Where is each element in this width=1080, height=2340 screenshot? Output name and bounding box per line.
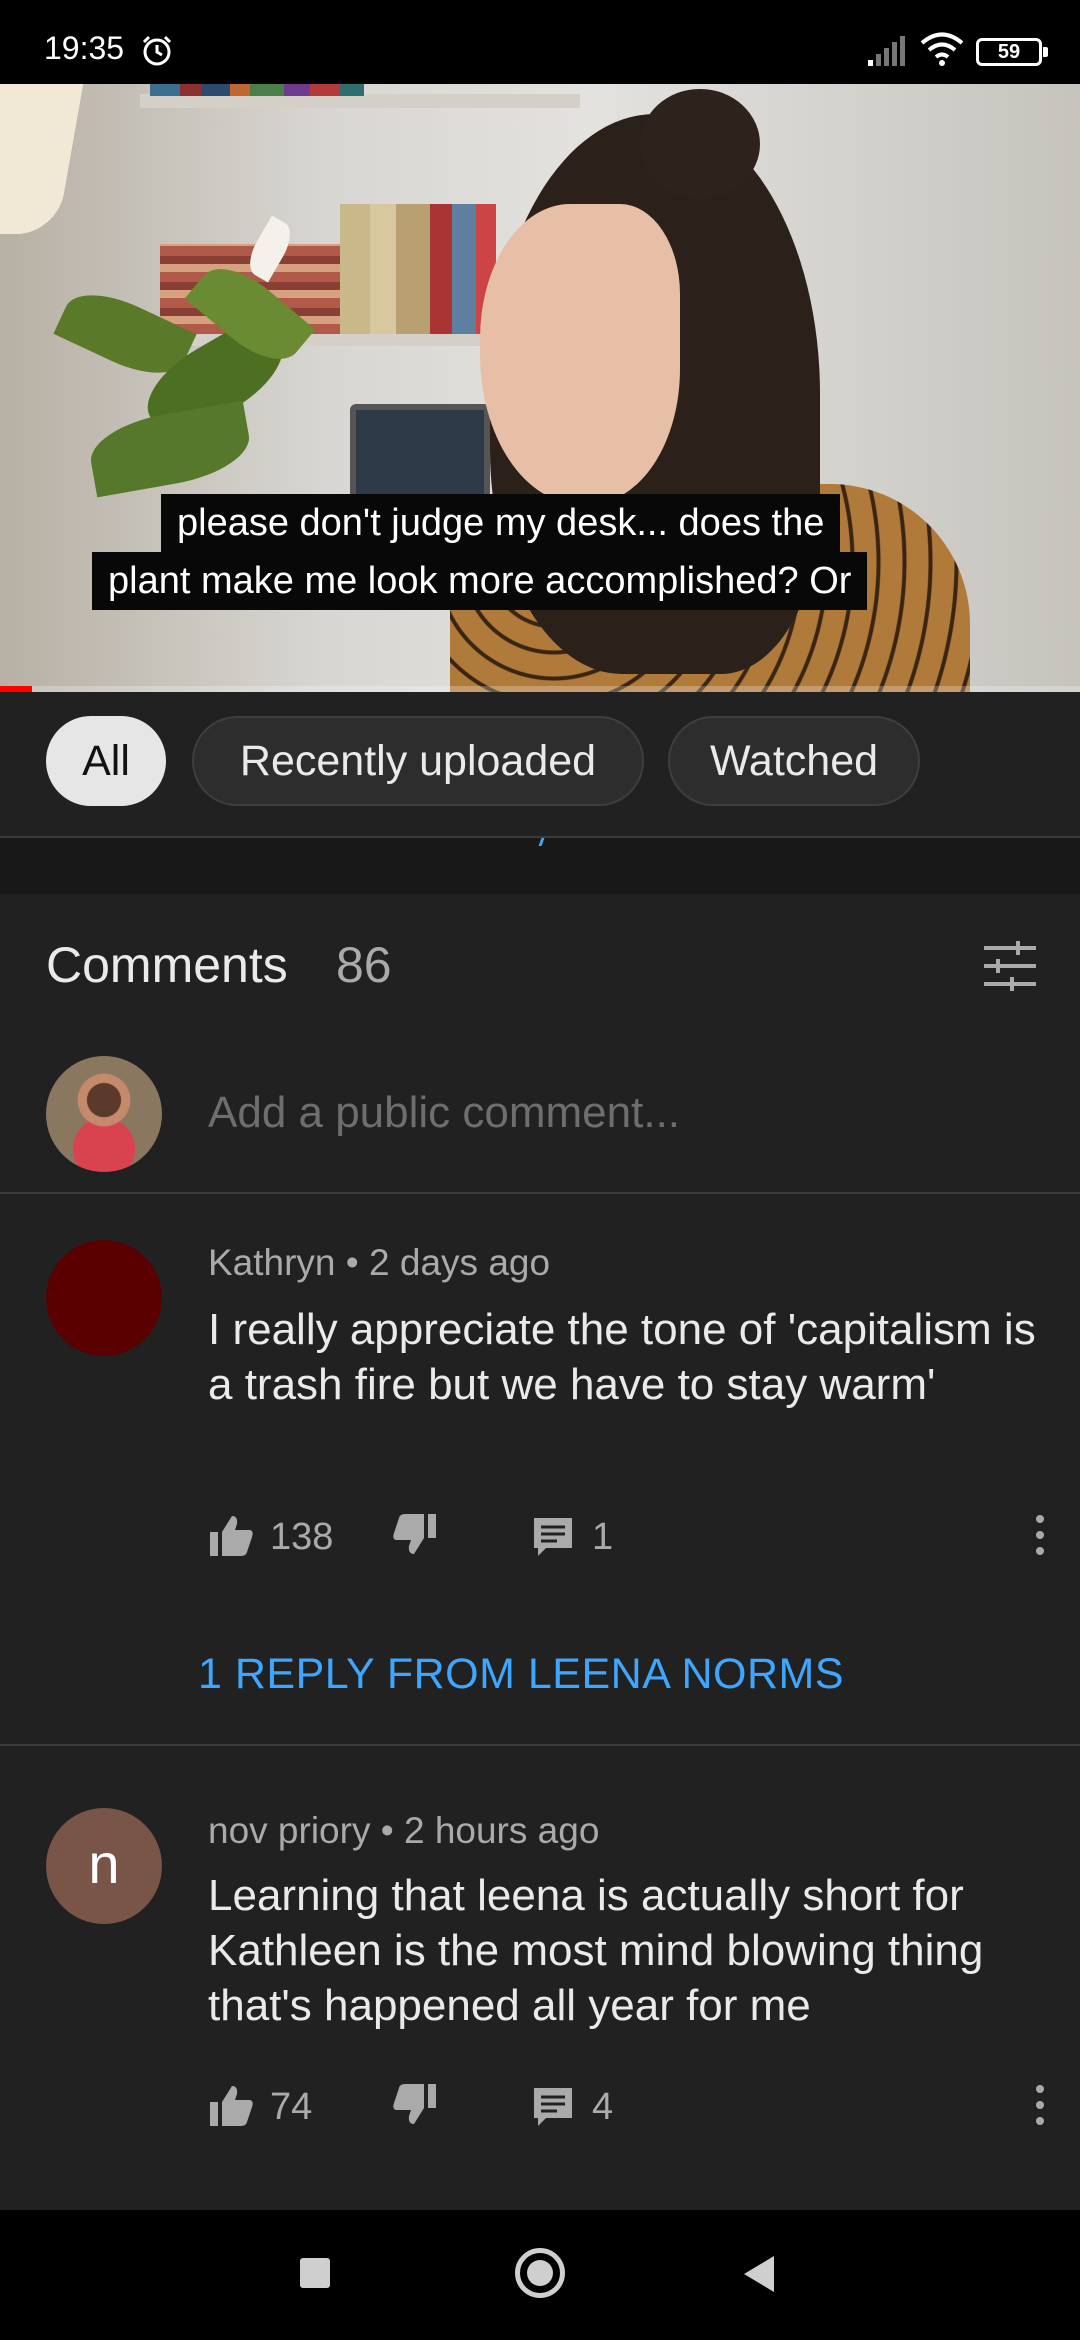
like-count: 74 — [270, 2086, 313, 2128]
comment-item: Kathryn • 2 days ago I really appreciate… — [0, 1194, 1080, 1752]
comment-time: 2 hours ago — [403, 1810, 600, 1851]
back-button[interactable] — [744, 2256, 774, 2292]
shelf-top — [140, 94, 580, 108]
subtitle-line-2: plant make me look more accomplished? Or — [92, 552, 868, 610]
more-options-icon[interactable] — [1020, 1512, 1060, 1558]
comments-count: 86 — [336, 937, 392, 993]
chip-all[interactable]: All — [46, 716, 166, 806]
add-comment-row[interactable]: Add a public comment... — [0, 1034, 1080, 1194]
comment-actions: 74 4 — [208, 2082, 1048, 2132]
section-separator — [0, 838, 1080, 894]
comment-meta: Kathryn • 2 days ago — [208, 1242, 550, 1284]
meta-separator: • — [345, 1242, 370, 1283]
battery-icon: 59 — [976, 38, 1048, 66]
system-nav-bar — [0, 2210, 1080, 2340]
person-face — [480, 204, 680, 504]
reply-count: 1 — [592, 1516, 614, 1558]
comment-item: n nov priory • 2 hours ago Learning that… — [0, 1746, 1080, 2210]
partial-glyph — [538, 838, 554, 846]
more-options-icon[interactable] — [1020, 2082, 1060, 2128]
filter-chips: All Recently uploaded Watched — [0, 692, 1080, 838]
comment-time: 2 days ago — [369, 1242, 551, 1283]
alarm-icon — [142, 35, 172, 66]
comment-author[interactable]: nov priory — [208, 1810, 370, 1851]
comment-author[interactable]: Kathryn — [208, 1242, 336, 1283]
recents-button[interactable] — [300, 2258, 330, 2288]
comment-text: I really appreciate the tone of 'capital… — [208, 1305, 1036, 1409]
like-icon[interactable] — [208, 2082, 254, 2128]
like-icon[interactable] — [208, 1512, 254, 1558]
reply-count: 4 — [592, 2086, 614, 2128]
chip-watched[interactable]: Watched — [668, 716, 920, 806]
reply-icon[interactable] — [532, 2086, 578, 2132]
user-avatar — [46, 1056, 162, 1172]
status-time: 19:35 — [44, 30, 125, 66]
subtitle-line-1: please don't judge my desk... does the — [161, 494, 841, 552]
comment-avatar[interactable] — [46, 1240, 162, 1356]
books-middle — [340, 204, 500, 334]
signal-icon — [868, 36, 905, 66]
video-player[interactable]: please don't judge my desk... does the p… — [0, 84, 1080, 692]
wifi-icon — [920, 32, 964, 66]
reply-icon[interactable] — [532, 1516, 578, 1562]
view-replies-link[interactable]: 1 REPLY FROM LEENA NORMS — [198, 1650, 844, 1699]
comment-avatar[interactable]: n — [46, 1808, 162, 1924]
books-top — [150, 84, 570, 96]
chip-recently-uploaded[interactable]: Recently uploaded — [192, 716, 644, 806]
comments-title: Comments — [46, 937, 288, 993]
dislike-icon[interactable] — [392, 1512, 438, 1558]
add-comment-input[interactable]: Add a public comment... — [208, 1088, 680, 1138]
meta-separator: • — [380, 1810, 404, 1851]
status-bar: 19:35 59 — [0, 0, 1080, 84]
comment-meta: nov priory • 2 hours ago — [208, 1810, 599, 1852]
person-hair-bun — [640, 89, 760, 199]
home-button[interactable] — [515, 2248, 565, 2298]
like-count: 138 — [270, 1516, 334, 1558]
comment-text: Learning that leena is actually short fo… — [208, 1871, 984, 2030]
dislike-icon[interactable] — [392, 2082, 438, 2128]
sort-comments-icon[interactable] — [982, 938, 1038, 994]
comments-header: Comments 86 — [0, 894, 1080, 1034]
comment-actions: 138 1 — [208, 1512, 1048, 1562]
